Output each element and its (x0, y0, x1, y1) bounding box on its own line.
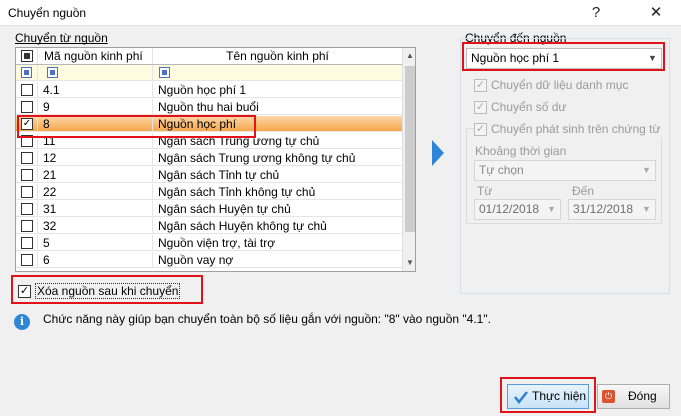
to-label: Đến (572, 184, 595, 198)
from-date-input[interactable]: 01/12/2018 ▼ (474, 199, 561, 220)
row-name: Nguồn viện trợ, tài trợ (158, 236, 276, 250)
row-checkbox[interactable] (21, 237, 33, 249)
table-row[interactable]: 22 Ngân sách Tỉnh không tự chủ (16, 184, 402, 200)
to-date-chevron-icon[interactable]: ▼ (638, 200, 655, 219)
from-date-chevron-icon[interactable]: ▼ (543, 200, 560, 219)
row-check-cell[interactable] (16, 201, 38, 217)
close-label: Đóng (628, 389, 657, 403)
help-button[interactable]: ? (576, 1, 616, 25)
period-chevron-down-icon[interactable]: ▼ (638, 161, 655, 180)
row-code: 32 (38, 218, 153, 234)
row-code: 5 (38, 235, 153, 251)
row-check-cell[interactable] (16, 167, 38, 183)
period-select[interactable]: Tự chọn ▼ (474, 160, 656, 181)
row-checkbox[interactable] (21, 254, 33, 266)
row-checkbox[interactable] (21, 169, 33, 181)
row-checkbox[interactable] (21, 101, 33, 113)
scroll-down-icon[interactable]: ▼ (403, 255, 415, 271)
grid-header: Mã nguồn kinh phí Tên nguồn kinh phí (16, 48, 402, 65)
highlight-execute-button (500, 377, 596, 413)
filter-cell-name (153, 65, 402, 81)
transfer-catalog-check-icon[interactable]: ✓ (474, 79, 487, 93)
row-checkbox[interactable] (21, 152, 33, 164)
row-name: Ngân sách Trung ương không tự chủ (158, 151, 356, 165)
row-name: Ngân sách Huyện không tự chủ (158, 219, 327, 233)
filter-code-icon[interactable] (47, 67, 58, 78)
row-check-cell[interactable] (16, 99, 38, 115)
to-date-input[interactable]: 31/12/2018 ▼ (568, 199, 656, 220)
row-code: 9 (38, 99, 153, 115)
row-checkbox[interactable] (21, 84, 33, 96)
filter-cell-code (38, 65, 153, 81)
window-title: Chuyển nguồn (8, 6, 87, 20)
period-label: Khoảng thời gian (475, 144, 567, 158)
table-row[interactable]: 32 Ngân sách Huyện không tự chủ (16, 218, 402, 234)
power-icon: ⏻ (602, 390, 615, 403)
table-row[interactable]: 9 Nguồn thu hai buổi (16, 99, 402, 115)
grid-scrollbar[interactable]: ▲ ▼ (402, 48, 415, 271)
transfer-vouchers-checkbox[interactable]: ✓ Chuyển phát sinh trên chứng từ (474, 121, 664, 137)
row-code: 6 (38, 252, 153, 268)
scroll-up-icon[interactable]: ▲ (403, 48, 415, 64)
row-name: Nguồn vay nợ (158, 253, 234, 267)
table-row[interactable]: 5 Nguồn viện trợ, tài trợ (16, 235, 402, 251)
highlight-delete-option (11, 275, 203, 304)
header-check-cell[interactable] (16, 48, 38, 64)
transfer-arrow-icon (432, 140, 444, 166)
source-grid: Mã nguồn kinh phí Tên nguồn kinh phí 4.1… (15, 47, 416, 272)
row-code: 22 (38, 184, 153, 200)
row-name: Ngân sách Tỉnh không tự chủ (158, 185, 316, 199)
row-check-cell[interactable] (16, 252, 38, 268)
period-value: Tự chọn (479, 163, 524, 177)
transfer-vouchers-check-icon[interactable]: ✓ (474, 123, 487, 137)
transfer-balance-check-icon[interactable]: ✓ (474, 101, 487, 115)
row-name: Ngân sách Huyện tự chủ (158, 202, 291, 216)
transfer-balance-label: Chuyển số dư (491, 100, 567, 114)
from-label: Từ (477, 184, 493, 198)
close-button[interactable]: ⏻ Đóng (597, 384, 670, 409)
table-row[interactable]: 6 Nguồn vay nợ (16, 252, 402, 268)
table-row[interactable]: 4.1 Nguồn học phí 1 (16, 82, 402, 98)
column-header-name[interactable]: Tên nguồn kinh phí (153, 48, 402, 64)
info-text: Chức năng này giúp bạn chuyển toàn bộ số… (43, 312, 491, 326)
row-check-cell[interactable] (16, 184, 38, 200)
source-group-label: Chuyển từ nguồn (15, 31, 108, 45)
row-name: Ngân sách Tỉnh tự chủ (158, 168, 280, 182)
highlight-selected-row (17, 115, 256, 138)
row-code: 12 (38, 150, 153, 166)
row-check-cell[interactable] (16, 82, 38, 98)
table-row[interactable]: 12 Ngân sách Trung ương không tự chủ (16, 150, 402, 166)
row-name: Nguồn học phí 1 (158, 83, 247, 97)
scroll-thumb[interactable] (405, 66, 415, 232)
filter-name-icon[interactable] (159, 67, 170, 78)
table-row[interactable]: 21 Ngân sách Tỉnh tự chủ (16, 167, 402, 183)
row-code: 4.1 (38, 82, 153, 98)
row-checkbox[interactable] (21, 203, 33, 215)
from-date-value: 01/12/2018 (479, 202, 540, 216)
table-row[interactable]: 31 Ngân sách Huyện tự chủ (16, 201, 402, 217)
row-code: 21 (38, 167, 153, 183)
transfer-balance-checkbox[interactable]: ✓ Chuyển số dư (474, 99, 566, 115)
row-code: 31 (38, 201, 153, 217)
close-window-button[interactable]: ✕ (636, 1, 676, 25)
row-check-cell[interactable] (16, 150, 38, 166)
filter-row (16, 65, 402, 81)
transfer-catalog-checkbox[interactable]: ✓ Chuyển dữ liệu danh mục (474, 77, 628, 93)
info-icon: i (14, 314, 30, 330)
row-checkbox[interactable] (21, 220, 33, 232)
transfer-catalog-label: Chuyển dữ liệu danh mục (491, 78, 629, 92)
to-date-value: 31/12/2018 (573, 202, 634, 216)
row-name: Nguồn thu hai buổi (158, 100, 259, 114)
row-check-cell[interactable] (16, 235, 38, 251)
row-check-cell[interactable] (16, 218, 38, 234)
highlight-target-select (462, 42, 665, 71)
title-bar: Chuyển nguồn ? ✕ (0, 0, 681, 26)
column-header-code[interactable]: Mã nguồn kinh phí (38, 48, 153, 64)
filter-cell-check (16, 65, 38, 81)
transfer-vouchers-label: Chuyển phát sinh trên chứng từ (491, 122, 661, 136)
select-all-checkbox[interactable] (21, 50, 33, 62)
filter-icon[interactable] (21, 67, 32, 78)
row-checkbox[interactable] (21, 186, 33, 198)
